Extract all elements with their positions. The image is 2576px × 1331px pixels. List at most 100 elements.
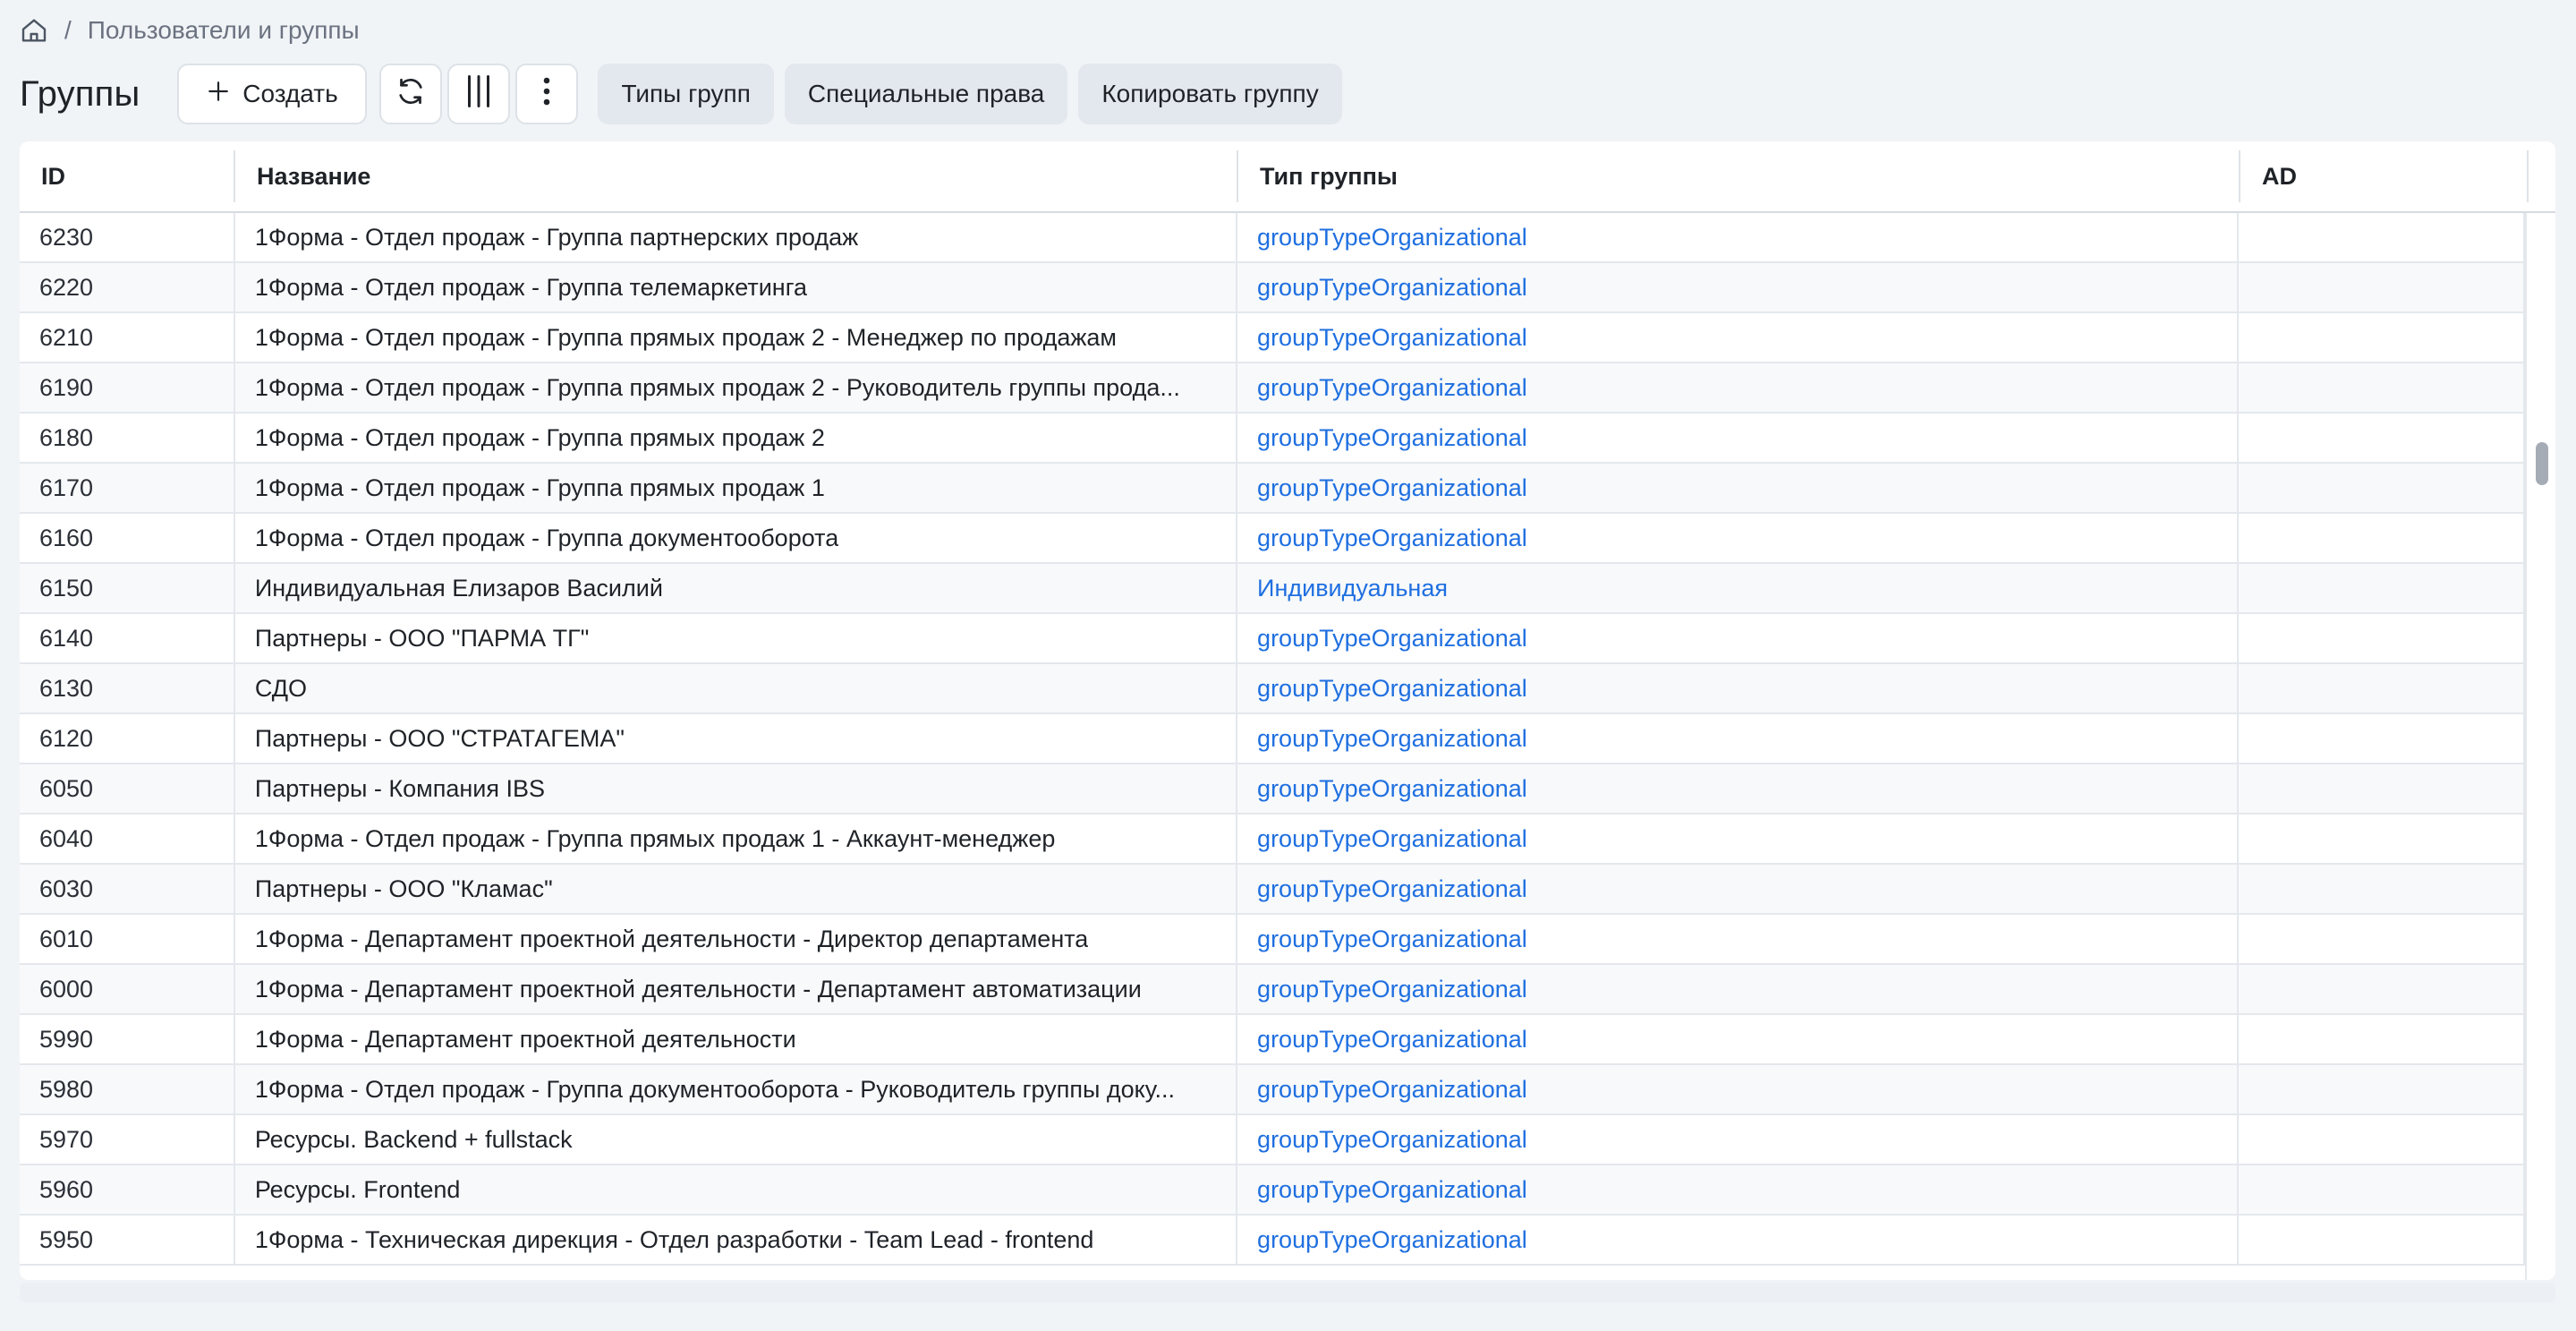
page-title: Группы: [20, 73, 140, 114]
cell-id: 6220: [20, 263, 235, 311]
column-header-type[interactable]: Тип группы: [1238, 141, 2240, 211]
table-row[interactable]: 5990 1Форма - Департамент проектной деяте…: [20, 1015, 2525, 1065]
cell-ad: [2239, 313, 2525, 362]
column-header-name[interactable]: Название: [235, 141, 1238, 211]
vertical-scrollbar[interactable]: [2525, 213, 2555, 1280]
cell-id: 6210: [20, 313, 235, 362]
column-header-id[interactable]: ID: [20, 141, 235, 211]
table-row[interactable]: 6210 1Форма - Отдел продаж - Группа прямы…: [20, 313, 2525, 363]
table-row[interactable]: 5980 1Форма - Отдел продаж - Группа докум…: [20, 1065, 2525, 1115]
column-header-ad-label: AD: [2262, 162, 2297, 190]
cell-group-type-link[interactable]: groupTypeOrganizational: [1237, 464, 2240, 512]
cell-name-text: 1Форма - Отдел продаж - Группа документо…: [254, 524, 839, 551]
cell-group-type-link[interactable]: groupTypeOrganizational: [1237, 1115, 2240, 1164]
cell-ad: [2239, 1216, 2525, 1264]
cell-id: 6160: [20, 514, 235, 562]
cell-group-type-link[interactable]: groupTypeOrganizational: [1237, 363, 2240, 412]
cell-name: 1Форма - Техническая дирекция - Отдел ра…: [235, 1216, 1238, 1264]
table-row[interactable]: 6180 1Форма - Отдел продаж - Группа прямы…: [20, 414, 2525, 464]
cell-group-type-link[interactable]: groupTypeOrganizational: [1237, 965, 2240, 1013]
columns-icon: [463, 73, 495, 115]
cell-group-type-link[interactable]: groupTypeOrganizational: [1237, 263, 2240, 311]
table-row[interactable]: 6040 1Форма - Отдел продаж - Группа прямы…: [20, 815, 2525, 865]
cell-name: Партнеры - Компания IBS: [235, 764, 1238, 813]
cell-name: 1Форма - Отдел продаж - Группа документо…: [235, 1065, 1238, 1113]
table-row[interactable]: 6220 1Форма - Отдел продаж - Группа телем…: [20, 263, 2525, 313]
cell-group-type-link[interactable]: groupTypeOrganizational: [1237, 614, 2240, 662]
table-row[interactable]: 6010 1Форма - Департамент проектной деяте…: [20, 915, 2525, 965]
cell-ad: [2239, 1015, 2525, 1063]
cell-group-type-link[interactable]: groupTypeOrganizational: [1237, 815, 2240, 863]
home-icon[interactable]: [20, 16, 48, 45]
table-row[interactable]: 6030 Партнеры - ООО "Кламас" groupTypeOrga…: [20, 865, 2525, 915]
cell-group-type-link[interactable]: groupTypeOrganizational: [1237, 865, 2240, 913]
cell-ad: [2239, 414, 2525, 462]
table-body: 6230 1Форма - Отдел продаж - Группа партн…: [20, 213, 2525, 1280]
horizontal-scrollbar[interactable]: [20, 1283, 2555, 1302]
cell-name-text: 1Форма - Департамент проектной деятельно…: [254, 925, 1089, 952]
table-row[interactable]: 6050 Партнеры - Компания IBS groupTypeOrga…: [20, 764, 2525, 815]
cell-group-type-link[interactable]: groupTypeOrganizational: [1237, 514, 2240, 562]
cell-ad: [2239, 915, 2525, 963]
table-row[interactable]: 6150 Индивидуальная Елизаров Василий Индив…: [20, 564, 2525, 614]
cell-group-type-link[interactable]: groupTypeOrganizational: [1237, 764, 2240, 813]
cell-name: 1Форма - Отдел продаж - Группа партнерск…: [235, 213, 1238, 261]
column-header-type-label: Тип группы: [1260, 162, 1398, 190]
plus-icon: [207, 80, 230, 109]
table-row[interactable]: 6130 СДО groupTypeOrganizational: [20, 664, 2525, 714]
cell-name-text: 1Форма - Отдел продаж - Группа прямых пр…: [254, 474, 825, 501]
cell-name: 1Форма - Отдел продаж - Группа прямых пр…: [235, 313, 1238, 362]
cell-id: 6040: [20, 815, 235, 863]
cell-ad: [2239, 1115, 2525, 1164]
refresh-icon: [395, 75, 427, 114]
create-button[interactable]: Создать: [177, 64, 368, 124]
cell-group-type-link[interactable]: groupTypeOrganizational: [1237, 313, 2240, 362]
special-rights-button[interactable]: Специальные права: [784, 64, 1068, 124]
cell-group-type-link[interactable]: Индивидуальная: [1237, 564, 2240, 612]
cell-group-type-link[interactable]: groupTypeOrganizational: [1237, 1065, 2240, 1113]
cell-id: 6150: [20, 564, 235, 612]
table-row[interactable]: 6160 1Форма - Отдел продаж - Группа докум…: [20, 514, 2525, 564]
cell-id: 5980: [20, 1065, 235, 1113]
table-row[interactable]: 6000 1Форма - Департамент проектной деяте…: [20, 965, 2525, 1015]
columns-button[interactable]: [447, 64, 511, 124]
table-row[interactable]: 6190 1Форма - Отдел продаж - Группа прямы…: [20, 363, 2525, 414]
cell-group-type-link[interactable]: groupTypeOrganizational: [1237, 1165, 2240, 1214]
cell-ad: [2239, 1065, 2525, 1113]
cell-group-type-link[interactable]: groupTypeOrganizational: [1237, 915, 2240, 963]
toolbar: Группы Создать Типы групп Специальные пр…: [20, 63, 1342, 125]
cell-group-type-link[interactable]: groupTypeOrganizational: [1237, 664, 2240, 712]
breadcrumb-current[interactable]: Пользователи и группы: [88, 16, 360, 45]
cell-name-text: 1Форма - Отдел продаж - Группа партнерск…: [254, 223, 859, 251]
groups-table: ID Название Тип группы AD 6230 1Форма - О…: [20, 141, 2555, 1280]
cell-ad: [2239, 714, 2525, 763]
table-row[interactable]: 6170 1Форма - Отдел продаж - Группа прямы…: [20, 464, 2525, 514]
cell-group-type-link[interactable]: groupTypeOrganizational: [1237, 1015, 2240, 1063]
cell-name-text: 1Форма - Департамент проектной деятельно…: [254, 975, 1142, 1003]
cell-group-type-link[interactable]: groupTypeOrganizational: [1237, 414, 2240, 462]
cell-name-text: 1Форма - Отдел продаж - Группа прямых пр…: [254, 423, 825, 451]
cell-name-text: 1Форма - Отдел продаж - Группа прямых пр…: [254, 373, 1180, 401]
cell-group-type-link[interactable]: groupTypeOrganizational: [1237, 714, 2240, 763]
table-row[interactable]: 6230 1Форма - Отдел продаж - Группа партн…: [20, 213, 2525, 263]
cell-ad: [2239, 263, 2525, 311]
refresh-button[interactable]: [379, 64, 443, 124]
more-actions-button[interactable]: [515, 64, 579, 124]
scrollbar-thumb[interactable]: [2536, 442, 2548, 485]
column-header-ad[interactable]: AD: [2240, 141, 2529, 211]
table-row[interactable]: 6120 Партнеры - ООО "СТРАТАГЕМА" groupType…: [20, 714, 2525, 764]
cell-group-type-link[interactable]: groupTypeOrganizational: [1237, 1216, 2240, 1264]
cell-id: 6120: [20, 714, 235, 763]
table-row[interactable]: 5950 1Форма - Техническая дирекция - Отде…: [20, 1216, 2525, 1266]
cell-ad: [2239, 614, 2525, 662]
cell-name: Партнеры - ООО "СТРАТАГЕМА": [235, 714, 1238, 763]
cell-name: Партнеры - ООО "Кламас": [235, 865, 1238, 913]
cell-group-type-link[interactable]: groupTypeOrganizational: [1237, 213, 2240, 261]
group-types-button[interactable]: Типы групп: [598, 64, 774, 124]
cell-name: 1Форма - Департамент проектной деятельно…: [235, 965, 1238, 1013]
table-row[interactable]: 5960 Ресурсы. Frontend groupTypeOrganizati…: [20, 1165, 2525, 1216]
table-row[interactable]: 5970 Ресурсы. Backend + fullstack groupTyp…: [20, 1115, 2525, 1165]
copy-group-button[interactable]: Копировать группу: [1078, 64, 1342, 124]
breadcrumb: / Пользователи и группы: [20, 13, 360, 48]
table-row[interactable]: 6140 Партнеры - ООО "ПАРМА ТГ" groupTypeOr…: [20, 614, 2525, 664]
